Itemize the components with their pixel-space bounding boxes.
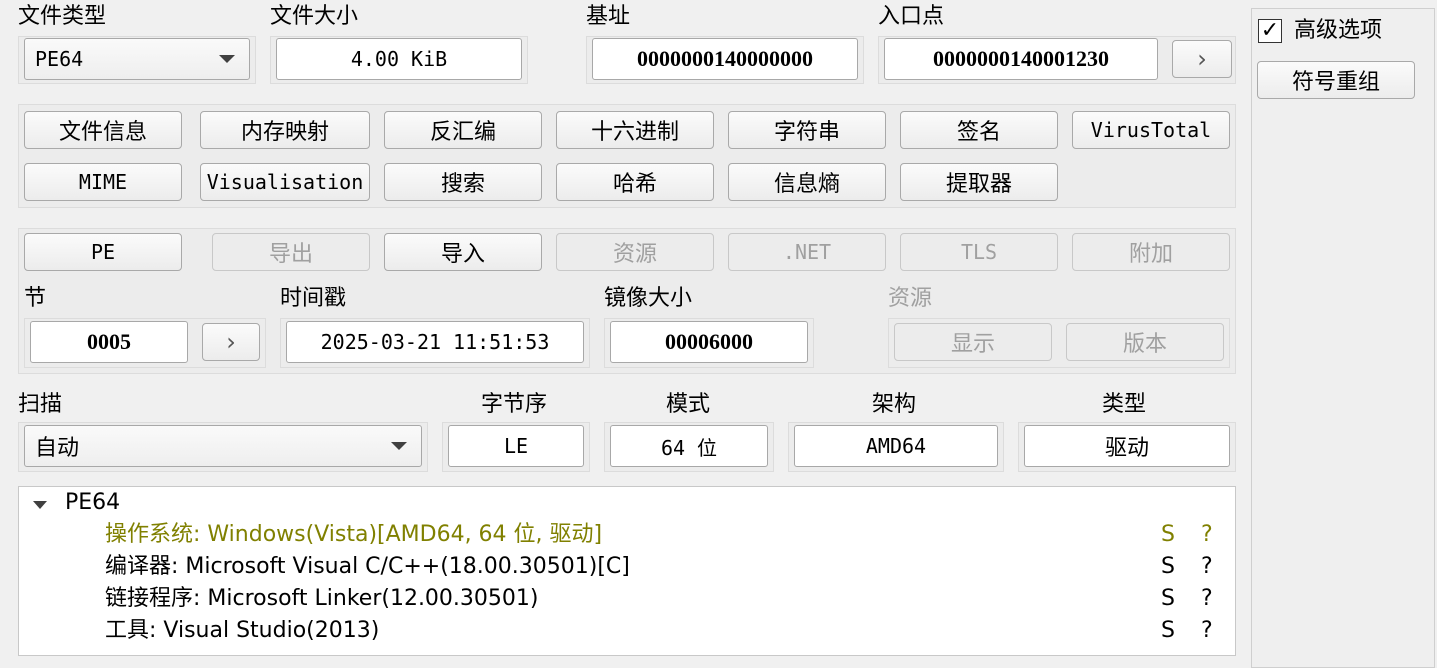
version-button[interactable]: 版本 [1066,323,1224,361]
arch-label: 架构 [872,392,917,417]
scan-value: 自动 [35,436,80,461]
imports-button[interactable]: 导入 [384,233,542,271]
info-marker[interactable]: ? [1201,521,1213,549]
signature-marker[interactable]: S [1161,617,1175,645]
info-marker[interactable]: ? [1201,585,1213,613]
disassembly-button[interactable]: 反汇编 [384,111,542,149]
file-size-label: 文件大小 [270,4,359,29]
demangle-button[interactable]: 符号重组 [1257,61,1415,99]
tree-row-os[interactable]: 操作系统: Windows(Vista)[AMD64, 64 位, 驱动] [105,521,602,549]
tree-row-compiler[interactable]: 编译器: Microsoft Visual C/C++(18.00.30501)… [105,553,630,581]
chevron-down-icon [219,55,235,63]
mode-field[interactable]: 64 位 [610,425,768,467]
base-address-field[interactable]: 0000000140000000 [592,38,858,80]
search-button[interactable]: 搜索 [384,163,542,201]
show-resources-button[interactable]: 显示 [894,323,1052,361]
extractor-button[interactable]: 提取器 [900,163,1058,201]
tree-row-tool[interactable]: 工具: Visual Studio(2013) [105,617,379,645]
file-info-button[interactable]: 文件信息 [24,111,182,149]
entropy-button[interactable]: 信息熵 [728,163,886,201]
entry-point-field[interactable]: 0000000140001230 [884,38,1158,80]
tree-root[interactable]: PE64 [65,489,120,517]
chevron-down-icon [391,442,407,450]
signature-marker[interactable]: S [1161,553,1175,581]
sections-go-button[interactable]: › [202,323,260,361]
results-tree[interactable]: PE64 操作系统: Windows(Vista)[AMD64, 64 位, 驱… [18,486,1236,656]
strings-button[interactable]: 字符串 [728,111,886,149]
file-type-label: 文件类型 [18,4,107,29]
pe-button[interactable]: PE [24,233,182,271]
endian-label: 字节序 [481,392,548,417]
signature-marker[interactable]: S [1161,521,1175,549]
hex-button[interactable]: 十六进制 [556,111,714,149]
section-label: 节 [24,286,47,311]
signatures-button[interactable]: 签名 [900,111,1058,149]
info-marker[interactable]: ? [1201,617,1213,645]
base-address-label: 基址 [586,4,631,29]
advanced-options-label: 高级选项 [1294,18,1383,43]
scan-select[interactable]: 自动 [24,425,422,467]
file-type-select[interactable]: PE64 [24,38,250,80]
signature-marker[interactable]: S [1161,585,1175,613]
hash-button[interactable]: 哈希 [556,163,714,201]
options-panel [1251,8,1435,668]
resources-label: 资源 [888,286,933,311]
image-size-label: 镜像大小 [604,286,693,311]
type-field[interactable]: 驱动 [1024,425,1230,467]
endian-field[interactable]: LE [448,425,584,467]
virustotal-button[interactable]: VirusTotal [1072,111,1230,149]
file-size-field[interactable]: 4.00 KiB [276,38,522,80]
memory-map-button[interactable]: 内存映射 [200,111,370,149]
mime-button[interactable]: MIME [24,163,182,201]
entry-point-label: 入口点 [878,4,945,29]
mode-label: 模式 [666,392,711,417]
info-marker[interactable]: ? [1201,553,1213,581]
file-type-value: PE64 [35,47,84,71]
visualisation-button[interactable]: Visualisation [200,163,370,201]
chevron-right-icon: › [226,328,236,356]
timestamp-label: 时间戳 [280,286,347,311]
exports-button[interactable]: 导出 [212,233,370,271]
scan-label: 扫描 [18,392,63,417]
dotnet-button[interactable]: .NET [728,233,886,271]
tls-button[interactable]: TLS [900,233,1058,271]
arch-field[interactable]: AMD64 [794,425,998,467]
resources-button[interactable]: 资源 [556,233,714,271]
image-size-field[interactable]: 00006000 [610,321,808,363]
tree-row-linker[interactable]: 链接程序: Microsoft Linker(12.00.30501) [105,585,539,613]
advanced-options-checkbox[interactable]: ✓ [1258,19,1282,43]
timestamp-field[interactable]: 2025-03-21 11:51:53 [286,321,584,363]
entry-point-go-button[interactable]: › [1172,40,1232,78]
expand-triangle-icon[interactable] [33,501,47,509]
section-count-field[interactable]: 0005 [30,321,188,363]
type-label: 类型 [1102,392,1147,417]
chevron-right-icon: › [1197,45,1207,73]
overlay-button[interactable]: 附加 [1072,233,1230,271]
